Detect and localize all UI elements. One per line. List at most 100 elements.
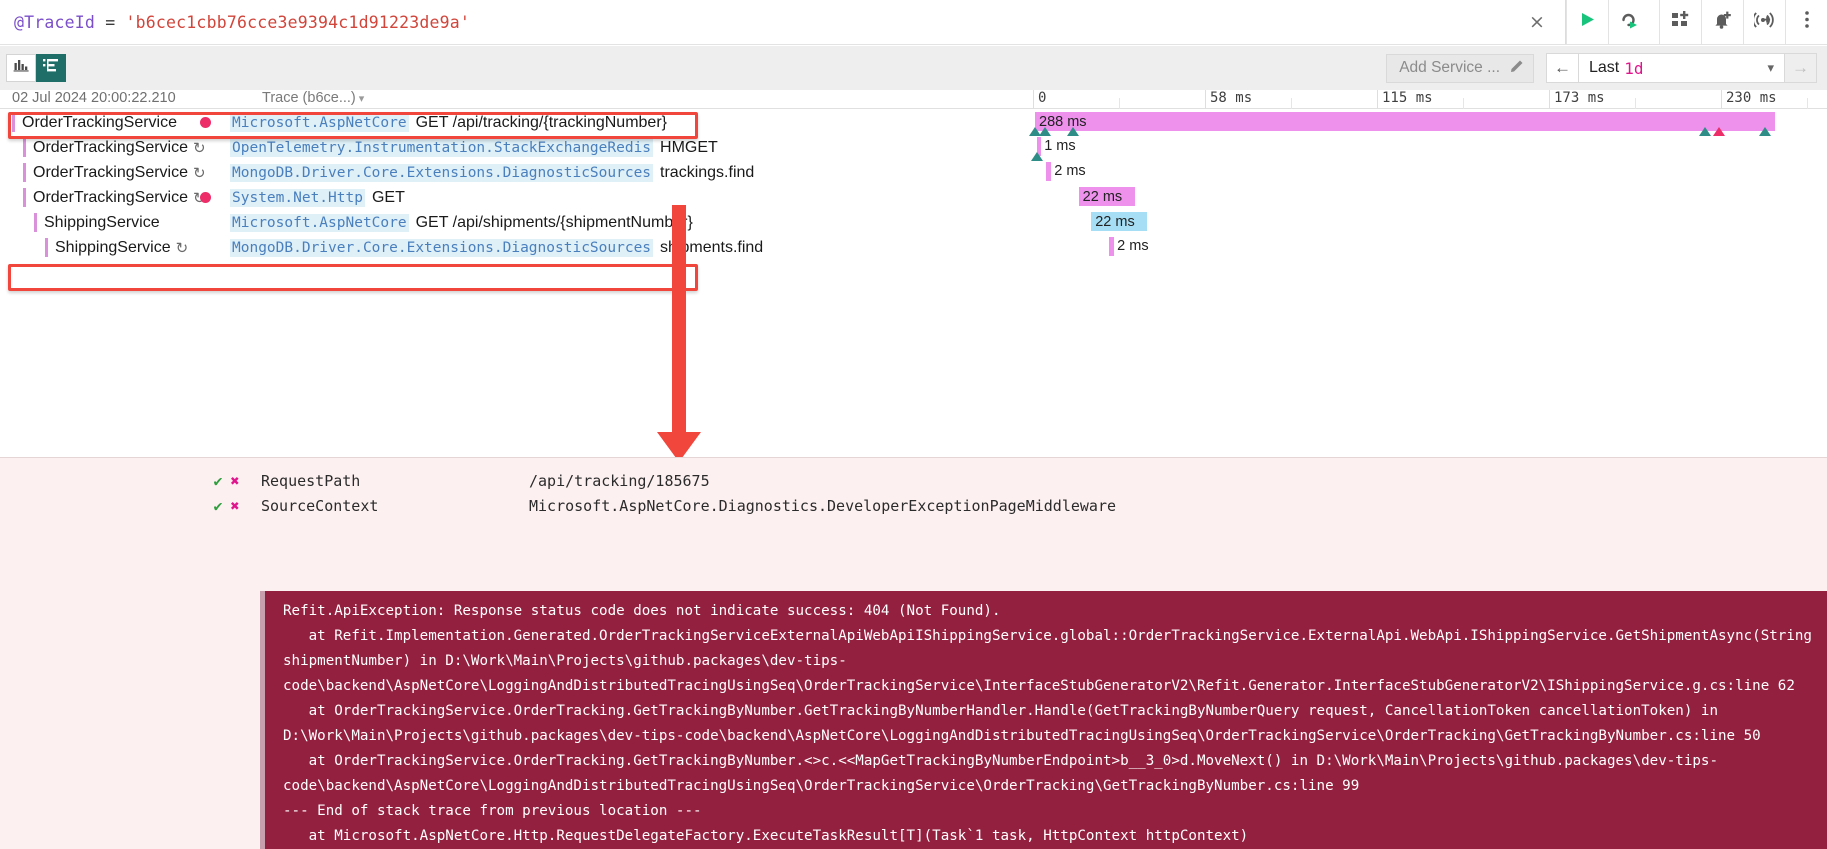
trace-row[interactable]: ShippingService Microsoft.AspNetCore GET /… [0,210,960,235]
axis-tick-label: 230 ms [1721,90,1777,109]
trace-row[interactable]: OrderTrackingService Microsoft.AspNetCore… [0,110,960,135]
axis-tick-label: 173 ms [1549,90,1605,109]
trace-view-button[interactable] [36,54,66,82]
run-button-group [1566,0,1650,44]
query-input[interactable]: @TraceId = 'b6cec1cbb76cce3e9394c1d91223… [0,0,1566,44]
clear-query-icon[interactable]: × [1527,12,1547,32]
span-color-bar [23,188,26,207]
trace-row[interactable]: ShippingService ↻ MongoDB.Driver.Core.Exte… [0,235,960,260]
axis-tick-minor [1463,98,1464,109]
add-alert-button[interactable] [1701,0,1743,44]
source-context: System.Net.Http [230,188,365,207]
add-service-button[interactable]: Add Service ... [1386,53,1534,83]
range-prev-button[interactable]: ← [1546,53,1579,83]
trace-row-service-cell: OrderTrackingService↻ [0,188,206,207]
operation-name: GET /api/shipments/{shipmentNumber} [415,213,693,231]
retry-icon: ↻ [193,164,206,182]
trace-row-service-cell: OrderTrackingService↻ [0,138,206,157]
replay-icon [1620,11,1640,34]
source-context: Microsoft.AspNetCore [230,113,409,132]
service-name: OrderTrackingService [33,163,189,181]
span-color-bar [23,163,26,182]
query-value: 'b6cec1cbb76cce3e9394c1d91223de9a' [125,12,471,32]
range-next-button[interactable]: → [1784,53,1817,83]
property-value: /api/tracking/185675 [529,471,710,490]
action-button-group [1659,0,1827,44]
timeline-bar-row: 288 ms [955,110,1827,136]
span-color-bar [45,238,48,257]
replay-query-button[interactable] [1608,0,1650,44]
operation-name: HMGET [660,138,718,156]
axis-tick-label: 58 ms [1205,90,1252,109]
property-list: ✔ ✖ RequestPath/api/tracking/185675 ✔ ✖ Sourc… [0,458,1827,518]
trace-expand-icon[interactable]: ▾ [359,93,365,105]
chevron-down-icon[interactable]: ▾ [1767,60,1774,76]
property-name: RequestPath [261,471,361,490]
timeline-bar[interactable]: 288 ms [1035,112,1775,131]
add-signal-button[interactable] [1743,0,1785,44]
error-dot-icon [200,117,211,128]
timeline-panel: 0 58 ms 115 ms 173 ms 230 ms 288 ms 1 ms 2 ms 2… [955,90,1827,457]
run-query-button[interactable] [1566,0,1608,44]
axis-tick-label: 115 ms [1377,90,1433,109]
service-name: ShippingService [44,213,160,231]
trace-list-icon [42,58,60,78]
include-filter-icon[interactable]: ✔ [210,497,226,515]
trace-row[interactable]: OrderTrackingService ↻ OpenTelemetry.Instr… [0,135,960,160]
exclude-filter-icon[interactable]: ✖ [226,472,244,490]
time-range-selector[interactable]: Last 1d ▾ [1579,53,1784,83]
service-name: OrderTrackingService [33,138,189,156]
pencil-icon[interactable] [1510,58,1525,78]
timeline-bar-label: 22 ms [1082,188,1123,205]
retry-icon: ↻ [193,139,206,157]
highlight-box-http-span [8,264,698,291]
timeline-bars: 288 ms 1 ms 2 ms 22 ms 22 ms 2 ms [955,110,1827,260]
include-filter-icon[interactable]: ✔ [210,472,226,490]
timeline-bar-label: 2 ms [1054,163,1086,179]
add-to-dashboard-icon [1671,11,1690,33]
timeline-bar[interactable] [1046,162,1052,181]
timeline-bar-label: 22 ms [1095,213,1135,230]
span-color-bar [23,138,26,157]
property-name: SourceContext [261,496,379,515]
trace-row-list: OrderTrackingService Microsoft.AspNetCore… [0,110,960,260]
trace-row[interactable]: OrderTrackingService↻ System.Net.Http GET [0,185,960,210]
source-context: MongoDB.Driver.Core.Extensions.Diagnosti… [230,238,654,257]
trace-row[interactable]: OrderTrackingService ↻ MongoDB.Driver.Core… [0,160,960,185]
query-bar: @TraceId = 'b6cec1cbb76cce3e9394c1d91223… [0,0,1827,45]
timeline-bar-row: 22 ms [955,185,1827,210]
more-options-button[interactable] [1785,0,1827,44]
timeline-bar[interactable]: 22 ms [1078,187,1135,206]
timeline-bar-label: 1 ms [1044,138,1076,154]
trace-row-source-cell: Microsoft.AspNetCore GET /api/shipments/{… [230,213,693,232]
chart-view-button[interactable] [6,54,36,82]
add-service-label: Add Service ... [1399,59,1500,76]
view-toggle-group [6,54,66,82]
add-signal-icon [1752,11,1775,33]
trace-id-label[interactable]: Trace (b6ce...) ▾ [262,90,364,106]
add-alert-icon [1713,11,1732,34]
timeline-bar-row: 22 ms [955,210,1827,235]
timeline-bar[interactable]: 22 ms [1091,212,1148,231]
operation-name: GET /api/tracking/{trackingNumber} [415,113,667,131]
trace-row-service-cell: OrderTrackingService [0,113,200,132]
source-context: OpenTelemetry.Instrumentation.StackExcha… [230,138,654,157]
exclude-filter-icon[interactable]: ✖ [226,497,244,515]
timeline-bar-row: 2 ms [955,160,1827,185]
exception-stack-trace: Refit.ApiException: Response status code… [260,591,1827,849]
query-variable: @TraceId [14,12,96,32]
axis-tick-minor [1291,98,1292,109]
service-name: ShippingService [55,238,171,256]
trace-row-source-cell: Microsoft.AspNetCore GET /api/tracking/{t… [230,113,667,132]
source-context: Microsoft.AspNetCore [230,213,409,232]
timeline-bar[interactable] [1109,237,1115,256]
add-to-dashboard-button[interactable] [1659,0,1701,44]
play-icon [1579,11,1596,33]
trace-row-service-cell: ShippingService ↻ [0,238,200,257]
span-color-bar [12,113,15,132]
time-range-value: 1d [1624,58,1644,78]
secondary-toolbar: Add Service ... ← Last 1d ▾ → [0,46,1827,90]
annotation-arrow-shaft [672,205,686,435]
service-name: OrderTrackingService [33,188,189,206]
operation-name: trackings.find [660,163,755,181]
